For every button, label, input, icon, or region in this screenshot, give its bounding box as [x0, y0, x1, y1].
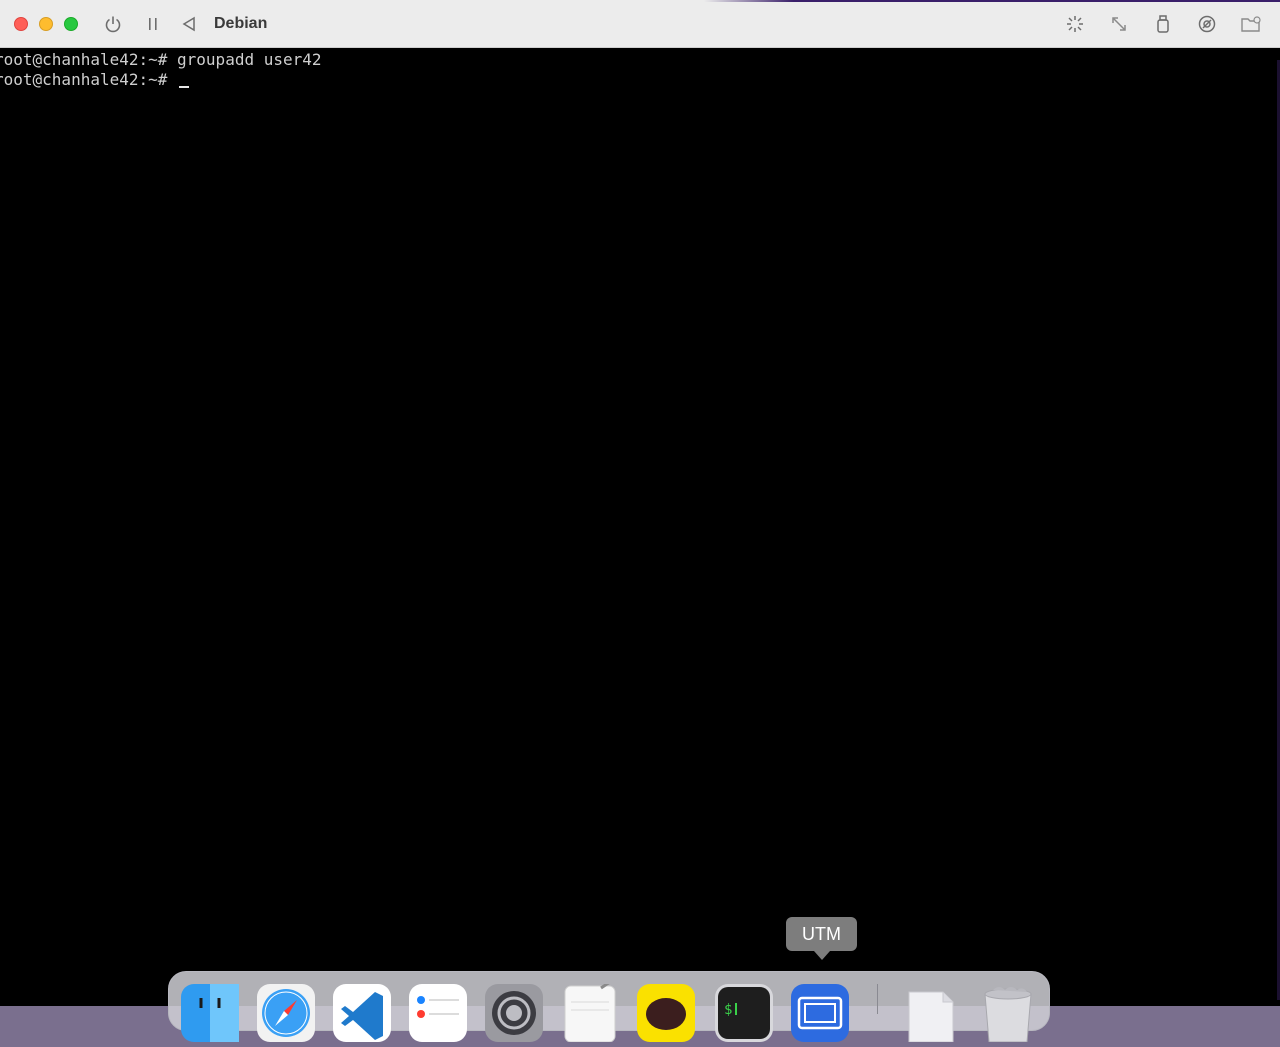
window-title: Debian: [214, 15, 268, 32]
resize-icon[interactable]: [1108, 13, 1130, 35]
terminal-prompt-line: root@chanhale42:~#: [0, 70, 1280, 90]
downloads-folder-icon[interactable]: [903, 984, 961, 1043]
pause-icon[interactable]: [142, 13, 164, 35]
minimize-button[interactable]: [39, 17, 53, 31]
text-cursor: [179, 86, 190, 88]
shared-folder-icon[interactable]: [1240, 13, 1262, 35]
finder-icon[interactable]: [181, 984, 239, 1042]
terminal-screen[interactable]: root@chanhale42:~# groupadd user42 root@…: [0, 48, 1280, 1006]
drive-disc-icon[interactable]: [1196, 13, 1218, 35]
svg-text:$: $: [724, 1002, 732, 1018]
power-icon[interactable]: [102, 13, 124, 35]
vscode-icon[interactable]: [333, 984, 391, 1042]
reminders-icon[interactable]: [409, 984, 467, 1042]
capture-input-icon[interactable]: [1064, 13, 1086, 35]
textedit-icon[interactable]: [561, 978, 619, 1043]
fullscreen-button[interactable]: [64, 17, 78, 31]
usb-drive-icon[interactable]: [1152, 13, 1174, 35]
utm-app-icon[interactable]: [791, 984, 849, 1042]
dock: $: [168, 971, 1050, 1043]
back-triangle-icon[interactable]: [178, 13, 200, 35]
utm-window: Debian root@chanhale42:~# groupadd user4…: [0, 0, 1280, 1006]
terminal-line: root@chanhale42:~# groupadd user42: [0, 50, 322, 69]
terminal-app-icon[interactable]: $: [715, 984, 773, 1042]
close-button[interactable]: [14, 17, 28, 31]
safari-icon[interactable]: [257, 984, 315, 1042]
title-bar: Debian: [0, 0, 1280, 48]
trash-icon[interactable]: [979, 984, 1037, 1043]
system-settings-icon[interactable]: [485, 984, 543, 1042]
terminal-prompt: root@chanhale42:~#: [0, 70, 178, 89]
dock-tooltip: UTM: [786, 917, 857, 960]
kakaotalk-icon[interactable]: [637, 984, 695, 1042]
dock-separator: [877, 984, 878, 1014]
